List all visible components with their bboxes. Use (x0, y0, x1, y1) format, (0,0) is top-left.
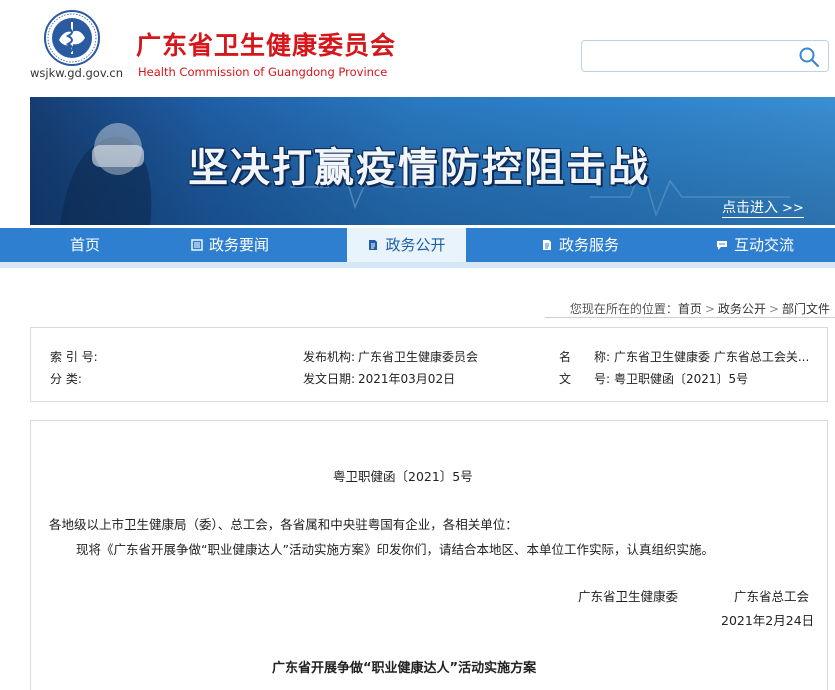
nav-item-news[interactable]: 政务要闻 (170, 228, 290, 262)
banner-enter-link[interactable]: 点击进入 >> (722, 197, 804, 218)
nav-item-label: 政务要闻 (208, 236, 269, 254)
doc-plan-title: 广东省开展争做“职业健康达人”活动实施方案 (272, 661, 537, 676)
meta-publisher-value: 广东省卫生健康委员会 (358, 350, 479, 364)
doc-sign-date: 2021年2月24日 (721, 613, 815, 628)
document-icon (369, 240, 378, 250)
newspaper-icon (191, 239, 203, 251)
health-commission-emblem-icon[interactable] (44, 10, 100, 66)
meta-docno-label-a: 文 (559, 372, 572, 386)
breadcrumb-separator: > (704, 302, 715, 316)
meta-category-label: 分 类: (50, 372, 82, 386)
nav-item-home[interactable]: 首页 (30, 228, 140, 262)
nav-item-label: 互动交流 (733, 236, 794, 254)
search-input[interactable] (590, 42, 794, 72)
site-domain: wsjkw.gd.gov.cn (30, 66, 124, 80)
breadcrumb-prefix: 您现在所在的位置： (569, 302, 678, 316)
chat-icon (716, 241, 727, 250)
meta-publisher-label: 发布机构: (303, 350, 356, 364)
meta-date-value: 2021年03月02日 (358, 372, 456, 386)
nav-item-interaction[interactable]: 互动交流 (695, 228, 815, 262)
breadcrumb: 您现在所在的位置：首页 > 政务公开 > 部门文件 (570, 300, 830, 317)
banner-enter-label: 点击进入 (722, 200, 778, 216)
double-chevron-right-icon: >> (782, 201, 804, 216)
search-icon[interactable] (798, 46, 820, 68)
banner-link-underline (722, 217, 804, 218)
breadcrumb-dept-documents[interactable]: 部门文件 (782, 302, 830, 316)
site-title-en: Health Commission of Guangdong Province (138, 65, 388, 79)
service-doc-icon (542, 240, 551, 250)
doc-number: 粤卫职健函〔2021〕5号 (333, 469, 473, 484)
meta-name-label-a: 名 (559, 350, 572, 364)
document-body: 粤卫职健函〔2021〕5号 各地级以上市卫生健康局（委）、总工会，各省属和中央驻… (30, 420, 828, 690)
main-nav: 首页 政务要闻 政务公开 政务服务 互动交流 (0, 228, 835, 262)
site-title-cn[interactable]: 广东省卫生健康委员会 (136, 26, 396, 62)
epidemic-banner[interactable]: 坚决打赢疫情防控阻击战 点击进入 >> (30, 97, 835, 225)
doc-addressee: 各地级以上市卫生健康局（委）、总工会，各省属和中央驻粤国有企业，各相关单位： (49, 517, 518, 532)
nav-item-label: 政务公开 (385, 236, 446, 254)
doc-signer-federation: 广东省总工会 (734, 589, 810, 604)
doc-body-paragraph: 现将《广东省开展争做“职业健康达人”活动实施方案》印发你们，请结合本地区、本单位… (76, 542, 714, 557)
meta-index-label: 索 引 号: (50, 350, 98, 364)
site-header: wsjkw.gd.gov.cn 广东省卫生健康委员会 Health Commis… (0, 0, 835, 97)
doc-signer-health-commission: 广东省卫生健康委 (578, 589, 679, 604)
nav-item-label: 政务服务 (558, 236, 619, 254)
breadcrumb-home[interactable]: 首页 (678, 302, 702, 316)
document-meta-box: 索 引 号: 分 类: 发布机构: 广东省卫生健康委员会 发文日期: 2021年… (30, 327, 828, 402)
breadcrumb-separator: > (768, 302, 779, 316)
nav-item-gov-services[interactable]: 政务服务 (520, 228, 640, 262)
nav-underline-strip (0, 262, 835, 268)
breadcrumb-gov-affairs-open[interactable]: 政务公开 (718, 302, 766, 316)
nav-item-label: 首页 (69, 236, 100, 254)
meta-date-label: 发文日期: (303, 372, 356, 386)
meta-docno-label-b: 号: (594, 372, 611, 386)
search-box (581, 40, 829, 72)
meta-docno-value: 粤卫职健函〔2021〕5号 (614, 372, 749, 386)
nav-item-gov-affairs-open[interactable]: 政务公开 (347, 228, 466, 262)
meta-name-label-b: 称: (594, 350, 611, 364)
breadcrumb-divider (545, 317, 835, 318)
banner-slogan: 坚决打赢疫情防控阻击战 (188, 145, 650, 191)
meta-name-value: 广东省卫生健康委 广东省总工会关... (614, 350, 810, 364)
